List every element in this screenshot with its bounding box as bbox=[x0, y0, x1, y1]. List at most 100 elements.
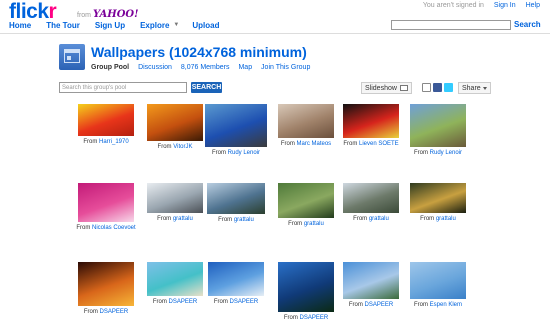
pool-search-button[interactable]: SEARCH bbox=[191, 82, 222, 93]
photo-thumbnail[interactable] bbox=[78, 104, 134, 136]
caption-from: From bbox=[218, 217, 233, 223]
photo-item: From DSAPEER bbox=[201, 262, 271, 305]
photo-caption: From grattalu bbox=[140, 216, 210, 222]
caption-from: From bbox=[420, 216, 435, 222]
nav-upload[interactable]: Upload bbox=[192, 21, 219, 30]
photo-thumbnail[interactable] bbox=[343, 183, 399, 213]
caption-from: From bbox=[157, 216, 172, 222]
site-search-button[interactable]: Search bbox=[514, 20, 541, 29]
screen-icon bbox=[400, 85, 408, 91]
caption-from: From bbox=[413, 302, 428, 308]
nav-tour[interactable]: The Tour bbox=[46, 21, 80, 30]
photo-author-link[interactable]: Rudy Lenoir bbox=[228, 150, 260, 156]
signin-link[interactable]: Sign In bbox=[494, 2, 516, 9]
nav-explore[interactable]: Explore bbox=[140, 21, 169, 30]
photo-author-link[interactable]: grattalu bbox=[173, 216, 193, 222]
email-icon[interactable] bbox=[422, 83, 431, 92]
share-button[interactable]: Share bbox=[458, 82, 491, 94]
photo-author-link[interactable]: grattalu bbox=[369, 216, 389, 222]
caption-from: From bbox=[288, 221, 303, 227]
subnav-join-group[interactable]: Join This Group bbox=[261, 64, 310, 71]
photo-author-link[interactable]: DSAPEER bbox=[299, 315, 328, 321]
from-yahoo-badge: from YAHOO! bbox=[77, 9, 139, 20]
photo-caption: From VitorJK bbox=[140, 144, 210, 150]
photo-author-link[interactable]: grattalu bbox=[436, 216, 456, 222]
photo-caption: From DSAPEER bbox=[336, 302, 406, 308]
group-title[interactable]: Wallpapers (1024x768 minimum) bbox=[91, 44, 307, 60]
photo-author-link[interactable]: grattalu bbox=[234, 217, 254, 223]
caption-from: From bbox=[83, 309, 98, 315]
caption-from: From bbox=[283, 315, 298, 321]
photo-caption: From Espen Klem bbox=[403, 302, 473, 308]
slideshow-label: Slideshow bbox=[365, 85, 397, 92]
photo-thumbnail[interactable] bbox=[278, 262, 334, 312]
photo-thumbnail[interactable] bbox=[147, 262, 203, 296]
photo-caption: From DSAPEER bbox=[71, 309, 141, 315]
caption-from: From bbox=[348, 302, 363, 308]
caption-from: From bbox=[343, 141, 358, 147]
photo-thumbnail[interactable] bbox=[410, 104, 466, 147]
header-divider bbox=[0, 33, 550, 34]
photo-thumbnail[interactable] bbox=[278, 183, 334, 218]
photo-item: From Marc Mateos bbox=[271, 104, 341, 147]
group-subnav: Group Pool Discussion 8,076 Members Map … bbox=[91, 64, 317, 71]
subnav-group-pool[interactable]: Group Pool bbox=[91, 64, 129, 71]
nav-home[interactable]: Home bbox=[9, 21, 31, 30]
subnav-map[interactable]: Map bbox=[238, 64, 252, 71]
twitter-icon[interactable] bbox=[444, 83, 453, 92]
photo-thumbnail[interactable] bbox=[147, 183, 203, 213]
photo-thumbnail[interactable] bbox=[78, 183, 134, 222]
photo-author-link[interactable]: Harri_1970 bbox=[99, 139, 129, 145]
photo-author-link[interactable]: DSAPEER bbox=[99, 309, 128, 315]
photo-caption: From DSAPEER bbox=[140, 299, 210, 305]
photo-thumbnail[interactable] bbox=[205, 104, 267, 147]
logo-text-blue: flick bbox=[9, 0, 49, 23]
photo-item: From Lieven SOETE bbox=[336, 104, 406, 147]
photo-thumbnail[interactable] bbox=[343, 262, 399, 299]
photo-author-link[interactable]: VitorJK bbox=[173, 144, 192, 150]
flickr-logo[interactable]: flickr bbox=[9, 0, 57, 23]
photo-author-link[interactable]: Marc Mateos bbox=[296, 141, 331, 147]
pool-search-input[interactable]: Search this group's pool bbox=[59, 82, 187, 93]
subnav-members[interactable]: 8,076 Members bbox=[181, 64, 230, 71]
photo-caption: From grattalu bbox=[201, 217, 271, 223]
photo-caption: From Lieven SOETE bbox=[336, 141, 406, 147]
photo-author-link[interactable]: grattalu bbox=[304, 221, 324, 227]
photo-item: From grattalu bbox=[271, 183, 341, 227]
caption-from: From bbox=[413, 150, 428, 156]
photo-thumbnail[interactable] bbox=[147, 104, 203, 141]
chevron-down-icon[interactable]: ▼ bbox=[173, 22, 179, 31]
photo-item: From Rudy Lenoir bbox=[201, 104, 271, 156]
photo-thumbnail[interactable] bbox=[278, 104, 334, 138]
photo-caption: From Marc Mateos bbox=[271, 141, 341, 147]
caption-from: From bbox=[157, 144, 172, 150]
photo-author-link[interactable]: Rudy Lenoir bbox=[430, 150, 462, 156]
slideshow-button[interactable]: Slideshow bbox=[361, 82, 412, 94]
site-search-input[interactable] bbox=[391, 20, 511, 30]
photo-thumbnail[interactable] bbox=[410, 262, 466, 299]
photo-thumbnail[interactable] bbox=[208, 262, 264, 296]
photo-author-link[interactable]: Lieven SOETE bbox=[359, 141, 399, 147]
photo-thumbnail[interactable] bbox=[343, 104, 399, 138]
photo-thumbnail[interactable] bbox=[207, 183, 265, 214]
photo-author-link[interactable]: Nicolas Coevoet bbox=[92, 225, 136, 231]
signin-status: You aren't signed in bbox=[422, 2, 484, 9]
facebook-icon[interactable] bbox=[433, 83, 442, 92]
photo-author-link[interactable]: DSAPEER bbox=[364, 302, 393, 308]
yahoo-wordmark: YAHOO! bbox=[93, 9, 139, 20]
photo-author-link[interactable]: DSAPEER bbox=[168, 299, 197, 305]
photo-thumbnail[interactable] bbox=[78, 262, 134, 306]
photo-author-link[interactable]: DSAPEER bbox=[229, 299, 258, 305]
caption-from: From bbox=[76, 225, 91, 231]
help-link[interactable]: Help bbox=[526, 2, 540, 9]
nav-signup[interactable]: Sign Up bbox=[95, 21, 125, 30]
subnav-discussion[interactable]: Discussion bbox=[138, 64, 172, 71]
photo-author-link[interactable]: Espen Klem bbox=[430, 302, 462, 308]
photo-item: From grattalu bbox=[201, 183, 271, 223]
photo-item: From Espen Klem bbox=[403, 262, 473, 308]
photo-caption: From grattalu bbox=[403, 216, 473, 222]
photo-thumbnail[interactable] bbox=[410, 183, 466, 213]
group-icon bbox=[59, 44, 85, 70]
caption-from: From bbox=[213, 299, 228, 305]
share-label: Share bbox=[462, 85, 481, 92]
